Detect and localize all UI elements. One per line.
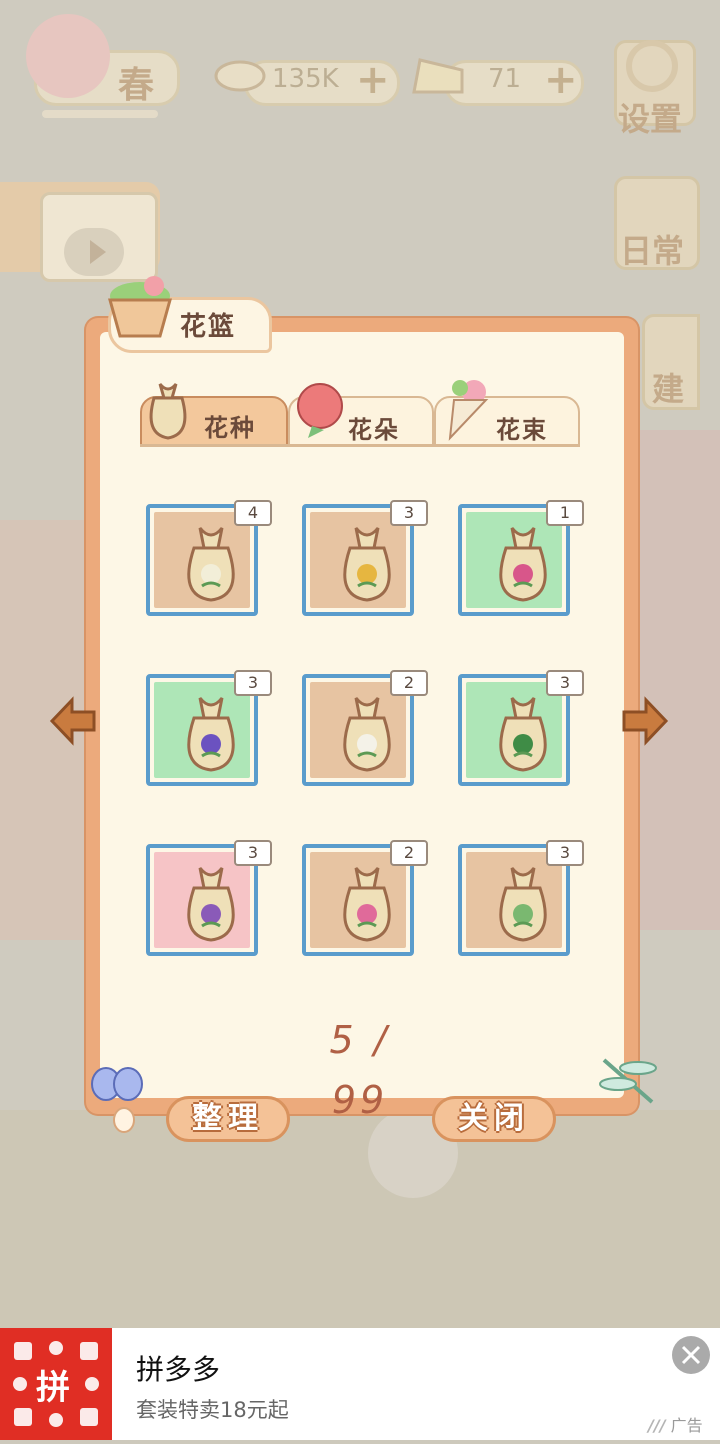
bouquet-icon [436, 376, 496, 442]
ad-title[interactable]: 拼多多 [136, 1348, 220, 1388]
flower-basket-icon [102, 266, 178, 342]
cheese-amount: 71 [488, 64, 522, 94]
gear-icon [626, 40, 678, 92]
seed-slot[interactable]: 4 [146, 500, 272, 616]
seed-slot[interactable]: 2 [302, 670, 428, 786]
green-plant-icon [499, 697, 547, 772]
arrow-right-icon [622, 696, 669, 746]
lavender-icon [187, 867, 235, 942]
dragonfly-icon [596, 1052, 658, 1108]
add-fish-button[interactable]: + [356, 60, 390, 100]
fishbone-icon [210, 46, 270, 106]
seed-count-badge: 4 [234, 500, 272, 526]
build-label: 建 [652, 370, 685, 408]
seed-count-badge: 3 [546, 840, 584, 866]
season-label: 春 [118, 65, 155, 106]
right-temple-scenery [630, 430, 720, 930]
seed-slot[interactable]: 3 [302, 500, 428, 616]
herb-icon [499, 867, 547, 942]
tab-bouquets-label: 花束 [496, 416, 548, 444]
yellow-flower-icon [343, 527, 391, 602]
close-icon [681, 1345, 701, 1365]
fish-amount: 135K [272, 64, 339, 94]
sort-button[interactable]: 整理 [166, 1096, 290, 1142]
next-page-button[interactable] [620, 696, 670, 746]
purple-flower-icon [187, 697, 235, 772]
ground-scenery [0, 1110, 720, 1328]
season-progress-bar [42, 110, 158, 118]
ad-subtitle[interactable]: 套装特卖18元起 [136, 1394, 289, 1424]
seed-count-badge: 3 [546, 670, 584, 696]
pinduoduo-logo-text: 拼 [36, 1368, 70, 1408]
seed-slot[interactable]: 2 [302, 840, 428, 956]
daily-label: 日常 [620, 232, 685, 270]
seed-slot[interactable]: 3 [146, 670, 272, 786]
seed-count-badge: 2 [390, 670, 428, 696]
seed-count-badge: 3 [390, 500, 428, 526]
seed-slot[interactable]: 3 [146, 840, 272, 956]
close-button[interactable]: 关闭 [432, 1096, 556, 1142]
peony-icon [343, 867, 391, 942]
seed-count-badge: 1 [546, 500, 584, 526]
ad-tag-label: 广告 [670, 1416, 703, 1435]
tab-underline [140, 444, 580, 447]
tab-seeds-label: 花种 [204, 414, 256, 442]
seed-count-badge: 3 [234, 840, 272, 866]
ad-close-button[interactable] [672, 1336, 710, 1374]
white-flower-icon [187, 527, 235, 602]
seed-count-badge: 3 [234, 670, 272, 696]
pink-flower-icon [499, 527, 547, 602]
ad-network-icon: /// [648, 1416, 666, 1435]
pinduoduo-logo[interactable]: 拼 [0, 1328, 112, 1440]
seed-count-badge: 2 [390, 840, 428, 866]
ad-tag: /// 广告 [648, 1412, 703, 1436]
butterfly-icon [90, 1064, 146, 1136]
tab-flowers-label: 花朵 [348, 416, 400, 444]
seed-bag-icon [140, 376, 196, 442]
page-counter: 5 / 99 [329, 1018, 391, 1122]
seed-slot[interactable]: 1 [458, 500, 584, 616]
cheese-icon [410, 52, 466, 104]
panel-title: 花篮 [180, 312, 237, 342]
add-cheese-button[interactable]: + [544, 60, 578, 100]
seed-slot[interactable]: 3 [458, 840, 584, 956]
white-lily-icon [343, 697, 391, 772]
seed-slot[interactable]: 3 [458, 670, 584, 786]
settings-label: 设置 [618, 100, 683, 138]
previous-page-button[interactable] [48, 696, 98, 746]
arrow-left-icon [49, 696, 96, 746]
rose-icon [290, 380, 348, 440]
sakura-tree-icon [26, 14, 110, 98]
